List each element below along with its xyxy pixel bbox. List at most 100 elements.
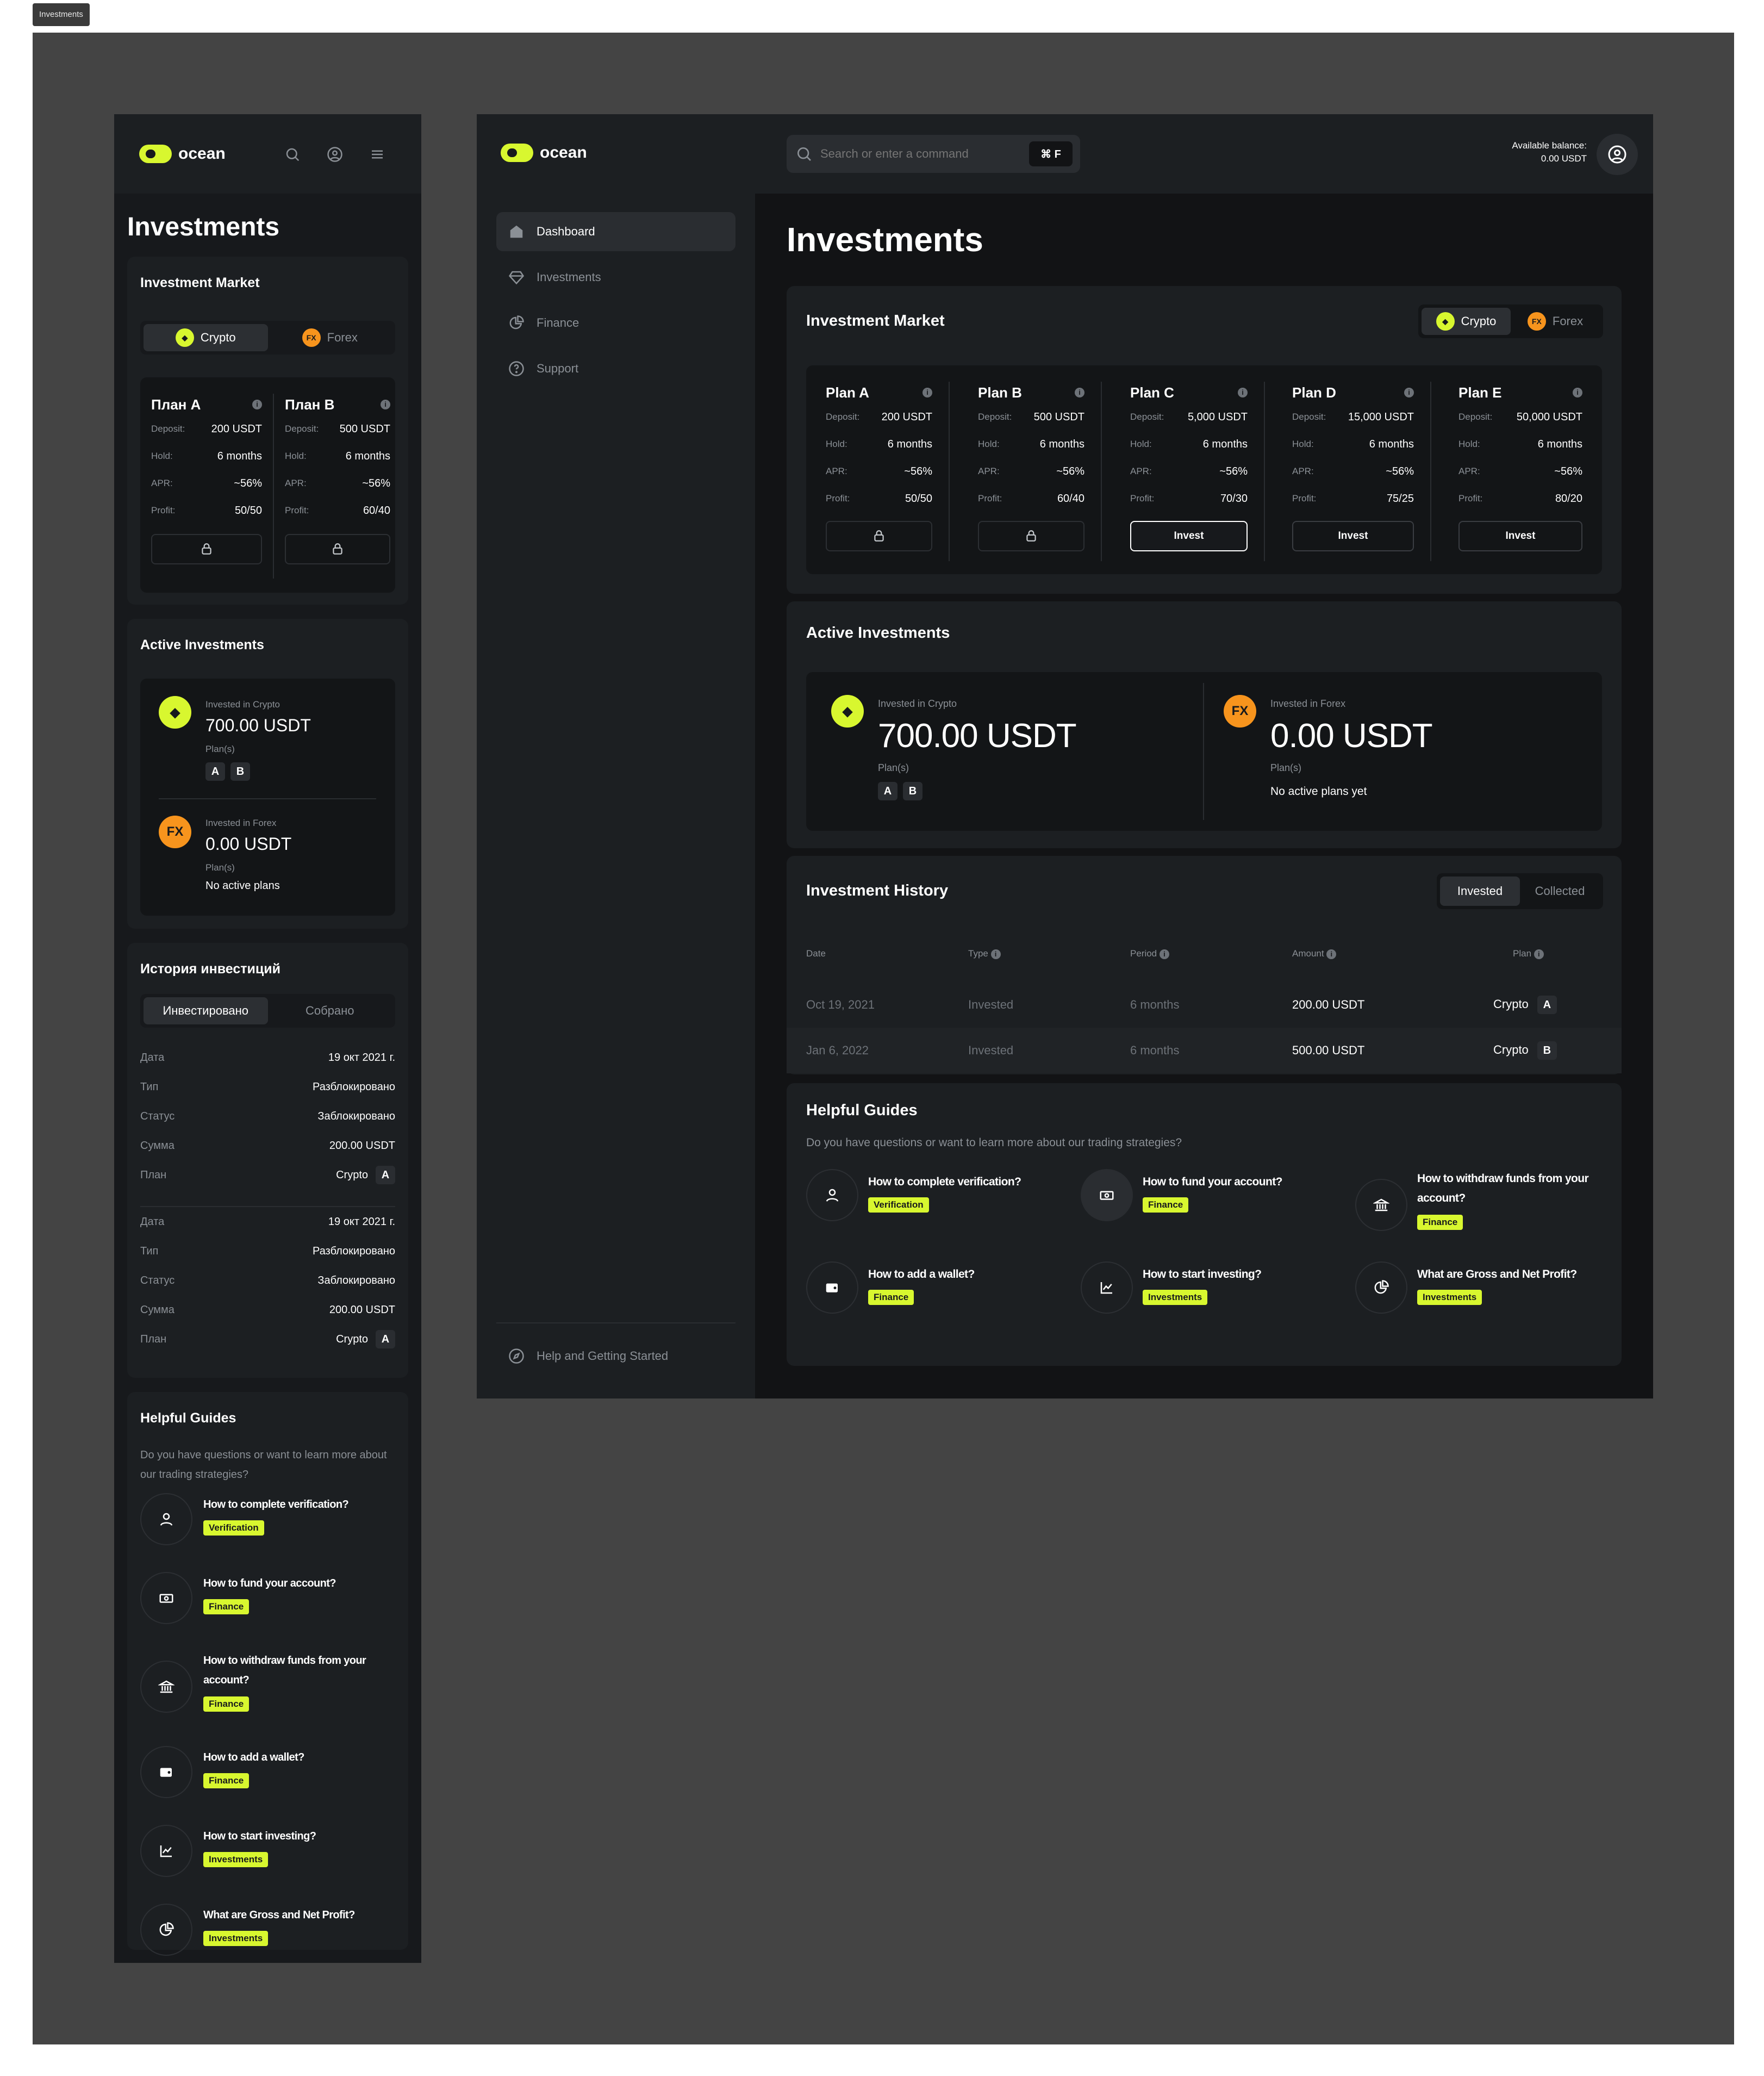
sidebar-item-dashboard[interactable]: Dashboard <box>496 212 735 251</box>
forex-icon: FX <box>159 816 191 848</box>
tab-invested[interactable]: Invested <box>1440 877 1520 906</box>
section-title: История инвестиций <box>140 961 281 977</box>
plan-card: План Ai Deposit: 200 USDT Hold: 6 months A… <box>151 394 262 564</box>
info-icon[interactable]: i <box>1534 949 1544 959</box>
divider <box>496 1322 735 1323</box>
tab-collected[interactable]: Collected <box>1520 877 1600 906</box>
market-tabs: ◆ Crypto FX Forex <box>1418 304 1603 338</box>
info-icon[interactable]: i <box>1326 949 1337 959</box>
crypto-icon: ◆ <box>831 695 864 728</box>
menu-icon[interactable] <box>365 142 389 166</box>
helpful-guides-card: Helpful Guides Do you have questions or … <box>127 1392 408 1956</box>
info-icon[interactable]: i <box>990 949 1001 959</box>
tab-crypto[interactable]: ◆ Crypto <box>1422 308 1511 335</box>
info-icon[interactable]: i <box>252 400 262 409</box>
info-icon[interactable]: i <box>381 400 390 409</box>
guide-item[interactable]: How to start investing? Investments <box>140 1825 396 1895</box>
lock-icon <box>874 530 884 542</box>
table-row[interactable]: Jan 6, 2022 Invested 6 months 500.00 USD… <box>787 1028 1622 1073</box>
search-icon <box>797 147 811 161</box>
guide-item[interactable]: How to complete verification? Verificati… <box>806 1169 1073 1240</box>
logo[interactable]: ocean <box>139 145 226 163</box>
guide-item[interactable]: How to add a wallet? Finance <box>806 1261 1073 1332</box>
artboard-canvas: ocean Investments Investment Market ◆ Cry… <box>33 33 1734 2044</box>
info-icon[interactable]: i <box>1404 388 1414 397</box>
plan-card: План Bi Deposit: 500 USDT Hold: 6 months A… <box>285 394 390 564</box>
plan-tags: AB <box>878 782 928 800</box>
divider <box>1203 683 1204 820</box>
sidebar-item-finance[interactable]: Finance <box>496 303 735 343</box>
compass-icon <box>509 1348 524 1364</box>
logo-text: ocean <box>540 144 587 161</box>
guide-item[interactable]: How to complete verification? Verificati… <box>140 1493 396 1564</box>
search-input[interactable] <box>820 143 1016 165</box>
tab-collected[interactable]: Собрано <box>268 997 392 1024</box>
tab-forex[interactable]: FX Forex <box>1511 308 1600 335</box>
info-icon[interactable]: i <box>1238 388 1248 397</box>
guide-item[interactable]: How to fund your account? Finance <box>1081 1169 1347 1240</box>
info-icon[interactable]: i <box>922 388 932 397</box>
user-icon <box>140 1493 192 1545</box>
invest-button[interactable]: Invest <box>1130 521 1248 551</box>
tab-forex[interactable]: FX Forex <box>268 324 392 351</box>
wallet-icon <box>140 1746 192 1798</box>
logo[interactable]: ocean <box>501 144 587 162</box>
user-icon <box>806 1169 858 1221</box>
table-row[interactable]: Oct 19, 2021 Invested 6 months 200.00 US… <box>787 982 1622 1028</box>
mobile-screen: ocean Investments Investment Market ◆ Cry… <box>114 114 421 1963</box>
logo-mark <box>501 144 533 162</box>
table-header: Date Type i Period i Amount i Plan i <box>806 941 1622 968</box>
frame-label: Investments <box>33 3 90 26</box>
invest-button[interactable]: Invest <box>1458 521 1582 551</box>
search-icon[interactable] <box>281 142 304 166</box>
help-link[interactable]: Help and Getting Started <box>496 1337 735 1376</box>
lock-icon <box>333 543 342 555</box>
forex-amount: 0.00 USDT <box>205 834 292 854</box>
locked-button[interactable] <box>285 534 390 564</box>
crypto-icon: ◆ <box>159 696 191 729</box>
crypto-icon: ◆ <box>175 328 194 347</box>
guide-item[interactable]: How to fund your account? Finance <box>140 1572 396 1643</box>
search-bar[interactable]: ⌘ F <box>787 135 1080 173</box>
mobile-header: ocean <box>114 114 421 194</box>
bank-icon <box>140 1661 192 1713</box>
sidebar-item-support[interactable]: Support <box>496 349 735 388</box>
guide-item[interactable]: What are Gross and Net Profit? Investmen… <box>140 1904 396 1974</box>
divider <box>949 382 950 561</box>
guide-item[interactable]: How to withdraw funds from your account?… <box>140 1651 396 1732</box>
info-icon[interactable]: i <box>1159 949 1169 959</box>
guide-item[interactable]: How to start investing? Investments <box>1081 1261 1347 1332</box>
info-icon[interactable]: i <box>1573 388 1582 397</box>
plans-container: План Ai Deposit: 200 USDT Hold: 6 months A… <box>140 377 395 593</box>
sidebar-item-investments[interactable]: Investments <box>496 258 735 297</box>
locked-button[interactable] <box>151 534 262 564</box>
user-icon <box>1608 145 1626 164</box>
plan-card: Plan Ei Deposit: 50,000 USDT Hold: 6 month… <box>1458 382 1582 551</box>
account-avatar[interactable] <box>1597 134 1638 175</box>
chart-icon <box>1081 1261 1133 1314</box>
crypto-icon: ◆ <box>1436 312 1455 331</box>
main-content: Investments Investment Market ◆ Crypto FX… <box>755 194 1653 1398</box>
sidebar: ocean Dashboard Investments Finance Supp… <box>477 114 755 1398</box>
locked-button[interactable] <box>978 521 1084 551</box>
guide-item[interactable]: How to withdraw funds from your account?… <box>1355 1169 1605 1251</box>
info-icon[interactable]: i <box>1075 388 1084 397</box>
guide-item[interactable]: How to add a wallet? Finance <box>140 1746 396 1817</box>
plan-card: Plan Di Deposit: 15,000 USDT Hold: 6 month… <box>1292 382 1414 551</box>
investment-history-card: История инвестиций Инвестировано Собрано… <box>127 943 408 1378</box>
divider <box>273 394 274 579</box>
history-tabs: Invested Collected <box>1437 873 1603 909</box>
guide-list: How to complete verification? Verificati… <box>140 1493 396 1956</box>
history-entry: Дата 19 окт 2021 г. Тип Разблокировано Ста… <box>140 1043 395 1190</box>
lock-icon <box>202 543 211 555</box>
tab-crypto[interactable]: ◆ Crypto <box>144 324 268 351</box>
invest-button[interactable]: Invest <box>1292 521 1414 551</box>
section-title: Investment Market <box>806 312 945 330</box>
plan-card: Plan Bi Deposit: 500 USDT Hold: 6 months A… <box>978 382 1084 551</box>
logo-mark <box>139 145 172 163</box>
user-icon[interactable] <box>323 142 347 166</box>
active-container: ◆ Invested in Crypto 700.00 USDT Plan(s)… <box>140 679 395 916</box>
guide-item[interactable]: What are Gross and Net Profit? Investmen… <box>1355 1261 1605 1332</box>
locked-button[interactable] <box>826 521 932 551</box>
tab-invested[interactable]: Инвестировано <box>144 997 268 1024</box>
